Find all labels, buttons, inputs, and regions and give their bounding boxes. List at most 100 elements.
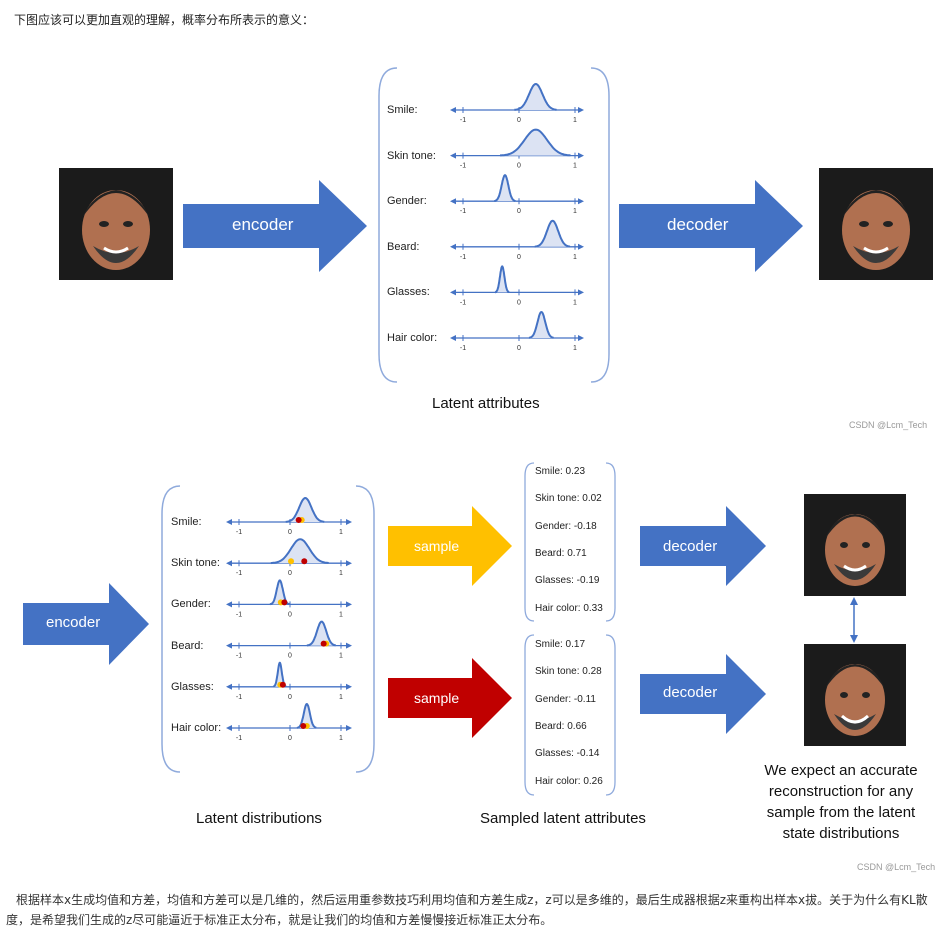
caption-reconstruction-line-1: We expect an accurate (764, 762, 918, 779)
axis-arrow-right (346, 519, 352, 525)
caption-latent-distributions: Latent distributions (196, 810, 322, 827)
decoder-label-bottom-2: decoder (663, 684, 718, 701)
axis-arrow-right (578, 152, 584, 159)
axis-arrow-left (450, 335, 456, 341)
axis-arrow-left (450, 289, 456, 296)
sample-value-red: Glasses: -0.14 (535, 748, 600, 760)
attribute-label: Smile: (387, 104, 418, 116)
axis-arrow-left (450, 107, 456, 113)
distribution-row: -1 0 1 (450, 265, 584, 306)
axis-arrow-right (346, 683, 352, 690)
attribute-label: Glasses: (387, 286, 430, 299)
axis-arrow-left (226, 519, 232, 525)
face-illustration (825, 514, 885, 586)
tick-label: -1 (460, 299, 466, 306)
axis-arrow-right (578, 198, 584, 205)
sample-value-yellow: Gender: -0.18 (535, 520, 597, 532)
sample-box-2 (524, 634, 616, 796)
sample-value-red: Skin tone: 0.28 (535, 666, 602, 678)
tick-label: 0 (288, 529, 292, 536)
distribution-row: -1 0 1 (226, 620, 352, 660)
sample-value-red: Smile: 0.17 (535, 639, 586, 650)
face-illustration (842, 190, 910, 270)
attribute-label: Hair color: (387, 332, 438, 344)
axis-arrow-right (346, 601, 352, 608)
tick-label: -1 (460, 163, 466, 170)
output-face-photo-2 (804, 644, 906, 746)
sample-point-red (281, 599, 288, 606)
caption-reconstruction: We expect an accurate reconstruction for… (745, 760, 937, 844)
tick-label: 0 (517, 254, 521, 261)
distribution-row: -1 0 1 (450, 174, 584, 215)
tick-label: 1 (573, 117, 577, 124)
axis-arrow-right (346, 560, 352, 567)
tick-label: -1 (236, 529, 242, 536)
sample-value-red: Beard: 0.66 (535, 720, 587, 732)
attribute-label: Hair color: (171, 722, 222, 734)
distribution-row: -1 0 1 (450, 128, 584, 170)
sample-point-yellow (288, 558, 295, 565)
tick-label: -1 (236, 570, 242, 577)
distribution-row: -1 0 1 (226, 538, 352, 577)
sample-point-red (295, 517, 302, 523)
tick-label: 0 (517, 208, 521, 215)
caption-latent-attributes: Latent attributes (432, 395, 540, 412)
axis-arrow-left (450, 198, 456, 205)
tick-label: -1 (460, 345, 466, 352)
attribute-label: Skin tone: (171, 557, 220, 570)
axis-arrow-left (226, 683, 232, 690)
output-face-photo-1 (804, 494, 906, 596)
tick-label: 0 (517, 299, 521, 306)
attribute-label: Skin tone: (387, 149, 436, 162)
tick-label: 1 (573, 345, 577, 352)
distribution-row: -1 0 1 (226, 496, 352, 536)
sample-box-1 (524, 462, 616, 622)
tick-label: 0 (517, 345, 521, 352)
sample-value-red: Hair color: 0.26 (535, 775, 603, 787)
distribution-fill (270, 539, 329, 564)
axis-arrow-left (226, 601, 232, 608)
distribution-row: -1 0 1 (226, 702, 352, 742)
axis-arrow-right (578, 289, 584, 296)
tick-label: 1 (339, 529, 343, 536)
tick-label: -1 (460, 254, 466, 261)
watermark-bottom: CSDN @Lcm_Tech (857, 862, 936, 872)
tick-label: 1 (339, 653, 343, 660)
watermark-top: CSDN @Lcm_Tech (849, 420, 928, 430)
sample-value-yellow: Beard: 0.71 (535, 547, 587, 559)
sample-point-red (300, 723, 307, 729)
axis-arrow-right (578, 335, 584, 341)
caption-reconstruction-line-2: reconstruction for any (768, 783, 914, 800)
sample-value-yellow: Hair color: 0.33 (535, 602, 603, 614)
axis-arrow-right (578, 107, 584, 113)
tick-label: 1 (573, 254, 577, 261)
bottom-distributions: -1 0 1 -1 0 1 -1 0 1 -1 0 1 -1 0 1 -1 0 1 (226, 496, 352, 742)
distribution-row: -1 0 1 (450, 310, 584, 352)
tick-label: 0 (288, 611, 292, 618)
tick-label: 1 (573, 208, 577, 215)
sample-label-red: sample (414, 690, 460, 706)
tick-label: -1 (236, 653, 242, 660)
sample-value-yellow: Glasses: -0.19 (535, 575, 600, 587)
sample-value-red: Gender: -0.11 (535, 693, 596, 705)
tick-label: -1 (460, 117, 466, 124)
distribution-row: -1 0 1 (226, 661, 352, 701)
axis-arrow-left (226, 725, 232, 731)
tick-label: -1 (236, 694, 242, 701)
tick-label: 1 (339, 735, 343, 742)
decoder-label-top: decoder (667, 215, 729, 234)
tick-label: 1 (573, 299, 577, 306)
attribute-label: Beard: (387, 240, 420, 253)
sample-value-yellow: Smile: 0.23 (535, 466, 586, 477)
axis-arrow-left (450, 243, 456, 250)
caption-sampled-latent-attributes: Sampled latent attributes (480, 810, 646, 827)
tick-label: -1 (236, 735, 242, 742)
tick-label: 0 (288, 570, 292, 577)
attribute-label: Beard: (171, 639, 204, 652)
sample-value-yellow: Skin tone: 0.02 (535, 493, 602, 505)
tick-label: 1 (339, 570, 343, 577)
axis-arrow-left (226, 560, 232, 567)
encoder-label-bottom: encoder (46, 614, 101, 631)
distribution-fill (500, 129, 571, 156)
output-face-photo (819, 168, 933, 280)
